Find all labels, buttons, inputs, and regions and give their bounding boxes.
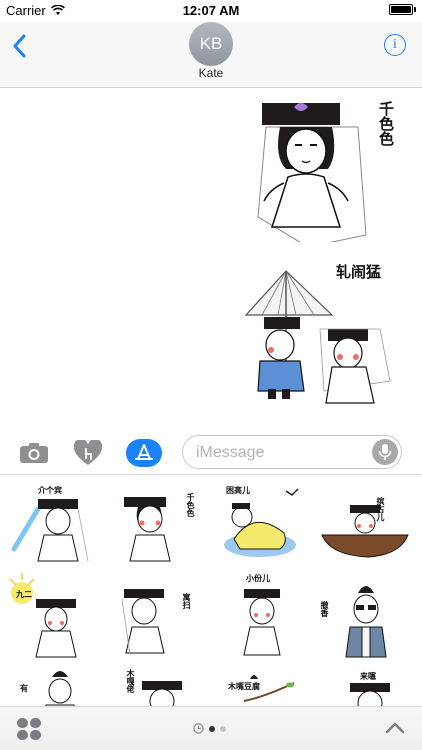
sent-sticker-2[interactable]: 轧闹猛: [240, 261, 412, 411]
avatar-initials: KB: [199, 34, 223, 53]
imessage-input[interactable]: iMessage: [182, 435, 402, 469]
app-store-button[interactable]: [126, 439, 162, 467]
drawer-sticker[interactable]: 困高儿: [214, 481, 314, 571]
drawer-sticker[interactable]: 小份儿: [214, 571, 314, 661]
microphone-icon: [378, 444, 392, 460]
drawer-sticker[interactable]: 摈古儿: [318, 481, 418, 571]
drawer-sticker[interactable]: 千色色: [112, 481, 212, 571]
app-store-icon: [135, 444, 153, 460]
drawer-sticker[interactable]: 九二: [8, 571, 108, 661]
sticker-caption: 摈古儿: [376, 497, 385, 521]
imessage-placeholder: iMessage: [196, 444, 265, 461]
sticker-caption: 介个宾: [38, 486, 62, 495]
praying-lady-illustration: [243, 589, 281, 656]
camera-icon: [20, 443, 48, 463]
sticker-caption: 千色色: [377, 101, 395, 146]
drawer-sticker[interactable]: 寓扫: [112, 571, 212, 661]
back-chevron-icon[interactable]: [10, 32, 30, 60]
camera-button[interactable]: [18, 438, 50, 468]
sticker-caption: 来噻: [360, 672, 376, 681]
sticker-caption: 寓扫: [182, 593, 191, 609]
app-drawer-strip: [0, 706, 422, 750]
recents-clock-icon[interactable]: [193, 723, 204, 734]
status-bar: Carrier 12:07 AM: [0, 0, 422, 22]
conversation-header: KB Kate i: [0, 22, 422, 88]
sticker-caption: 撤香: [320, 601, 329, 617]
drawer-sticker[interactable]: 撤香: [318, 571, 418, 661]
battery-icon: [389, 4, 416, 15]
page-dot-active[interactable]: [209, 725, 215, 732]
lady-illustration: [350, 683, 390, 706]
drawer-sticker[interactable]: 介个宾: [8, 481, 108, 571]
sticker-drawer: 介个宾 千色色 困高儿 摈古儿 九二 寓扫 小份儿 撤香 有 木嘎佬 木嘴豆腐 …: [0, 474, 422, 706]
page-indicator: [193, 723, 226, 734]
lady-illustration: [124, 497, 171, 562]
digital-touch-heart-icon: [73, 440, 103, 465]
sticker-caption: 困高儿: [226, 486, 250, 495]
couple-umbrella-illustration: [244, 270, 391, 404]
info-icon: i: [393, 37, 397, 52]
conversation-area: 千色色 轧闹猛: [0, 89, 422, 405]
sweeping-lady-illustration: [121, 589, 165, 656]
drawer-sticker[interactable]: 来噻: [318, 661, 418, 706]
sticker-caption: 木嘎佬: [126, 669, 135, 693]
sticker-caption: 九二: [16, 590, 32, 599]
status-time: 12:07 AM: [182, 3, 240, 18]
shouting-lady-illustration: [9, 573, 77, 658]
drawer-sticker[interactable]: 木嘴豆腐: [214, 661, 314, 706]
drawer-sticker[interactable]: 木嘎佬: [112, 661, 212, 706]
sticker-caption: 千色色: [186, 493, 195, 517]
drawer-sticker[interactable]: 有: [8, 661, 108, 706]
sticker-caption: 轧闹猛: [336, 263, 382, 281]
sunglasses-man-illustration: [345, 586, 387, 658]
sticker-caption: 木嘴豆腐: [228, 682, 260, 691]
apps-grid-icon[interactable]: [16, 717, 42, 741]
lady-character-illustration: [257, 103, 367, 248]
sticker-caption: 有: [20, 684, 28, 693]
page-dot[interactable]: [220, 725, 226, 732]
microphone-button[interactable]: [372, 439, 398, 465]
contact-avatar[interactable]: KB: [189, 22, 233, 66]
message-input-bar: iMessage: [0, 430, 422, 474]
info-button[interactable]: i: [384, 34, 406, 56]
contact-name[interactable]: Kate: [0, 66, 422, 80]
sent-sticker-1[interactable]: 千色色: [248, 97, 408, 248]
expand-chevron-up-icon[interactable]: [384, 719, 406, 737]
boat-lady-illustration: [321, 505, 409, 558]
sticker-caption: 小份儿: [246, 574, 270, 583]
digital-touch-button[interactable]: [72, 438, 104, 468]
